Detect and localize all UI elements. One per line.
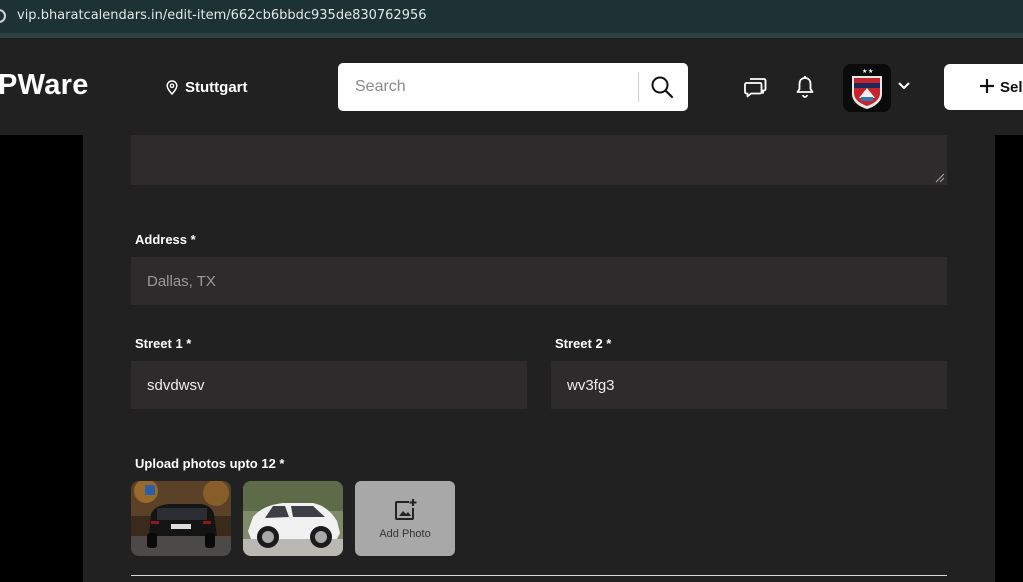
svg-text:★: ★ xyxy=(862,68,867,75)
browser-url-bar[interactable]: vip.bharatcalendars.in/edit-item/662cb6b… xyxy=(0,0,1023,33)
car-photo xyxy=(243,481,343,556)
street1-label: Street 1 * xyxy=(135,336,192,351)
resize-handle-icon[interactable] xyxy=(935,173,945,183)
form-divider xyxy=(131,575,947,576)
location-pin-icon xyxy=(166,80,178,95)
site-header: PWare Stuttgart ★ ★ xyxy=(0,38,1023,135)
photo-thumbnail[interactable] xyxy=(131,481,231,556)
location-selector[interactable]: Stuttgart xyxy=(166,79,248,96)
search-bar xyxy=(338,63,688,111)
sell-button[interactable]: Sell xyxy=(944,64,1023,110)
add-photo-button[interactable]: Add Photo xyxy=(355,481,455,556)
search-icon[interactable] xyxy=(650,75,674,99)
bell-icon[interactable] xyxy=(795,75,815,99)
street2-input[interactable]: wv3fg3 xyxy=(551,361,947,409)
street1-input[interactable]: sdvdwsv xyxy=(131,361,527,409)
url-text[interactable]: vip.bharatcalendars.in/edit-item/662cb6b… xyxy=(17,8,427,23)
add-photo-label: Add Photo xyxy=(379,527,431,540)
plus-icon xyxy=(980,79,994,93)
search-input[interactable] xyxy=(338,63,638,111)
sell-button-label: Sell xyxy=(1000,78,1023,96)
site-logo[interactable]: PWare xyxy=(0,69,89,102)
upload-photos-label: Upload photos upto 12 * xyxy=(135,456,285,471)
address-label: Address * xyxy=(135,232,196,247)
location-label: Stuttgart xyxy=(185,79,248,96)
car-photo xyxy=(131,481,231,556)
search-divider xyxy=(638,72,639,102)
description-textarea[interactable] xyxy=(131,135,947,185)
site-info-icon[interactable] xyxy=(0,9,6,23)
chevron-down-icon[interactable] xyxy=(898,82,910,90)
address-input[interactable]: Dallas, TX xyxy=(131,257,947,305)
edit-item-form: Address * Dallas, TX Street 1 * sdvdwsv … xyxy=(83,135,995,582)
street2-label: Street 2 * xyxy=(555,336,612,351)
svg-text:★: ★ xyxy=(868,68,873,75)
add-photo-icon xyxy=(395,498,417,520)
photo-thumbnail[interactable] xyxy=(243,481,343,556)
club-badge-icon: ★ ★ xyxy=(843,64,891,112)
chat-icon[interactable] xyxy=(744,76,768,98)
avatar[interactable]: ★ ★ xyxy=(843,64,891,112)
